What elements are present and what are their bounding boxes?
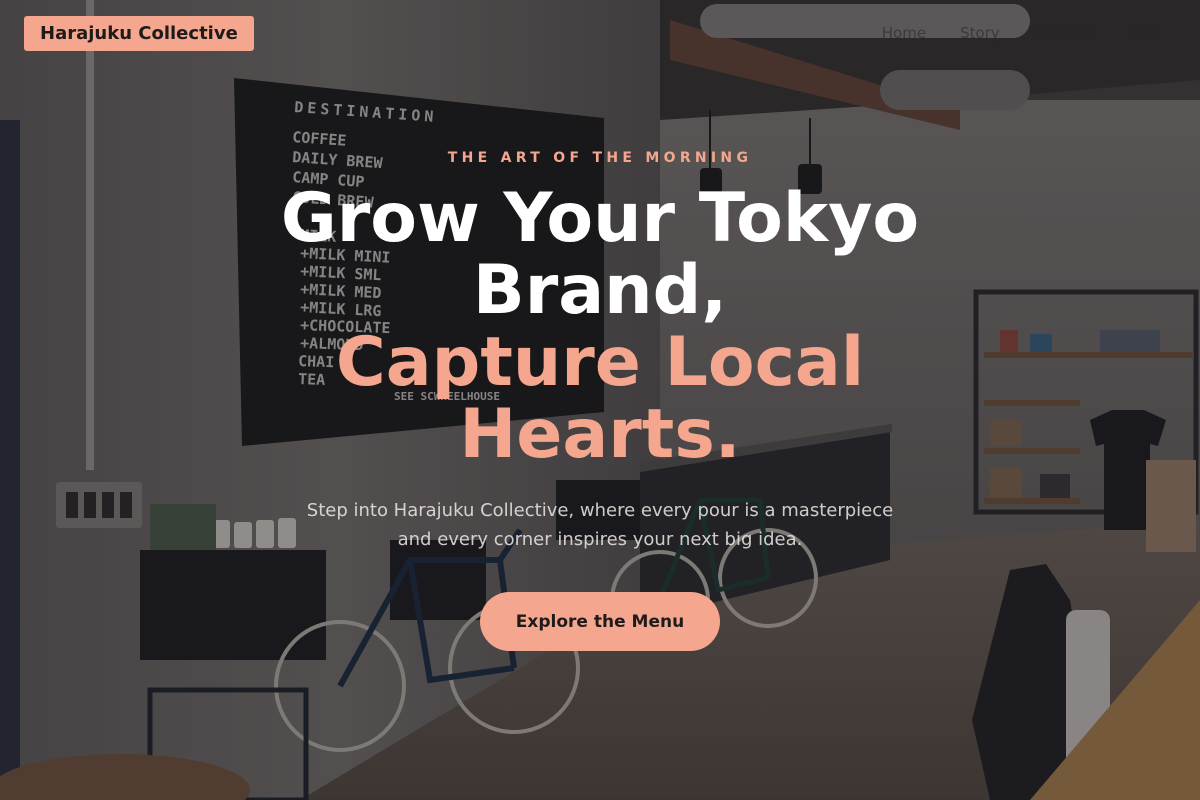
subtext-line: and every corner inspires your next big … — [397, 529, 803, 550]
explore-menu-button[interactable]: Explore the Menu — [480, 592, 720, 651]
headline-accent-line: Capture Local — [335, 323, 865, 402]
hero-page: DESTINATION COFFEE DAILY BREW CAMP CUP C… — [0, 0, 1200, 800]
hero-section: THE ART OF THE MORNING Grow Your Tokyo B… — [0, 0, 1200, 800]
hero-subtext: Step into Harajuku Collective, where eve… — [250, 496, 950, 554]
hero-headline: Grow Your Tokyo Brand, Capture Local Hea… — [100, 183, 1100, 471]
subtext-line: Step into Harajuku Collective, where eve… — [306, 500, 894, 521]
headline-line: Brand, — [472, 251, 728, 330]
headline-line: Grow Your Tokyo — [280, 179, 920, 258]
headline-accent-line: Hearts. — [459, 395, 741, 474]
hero-eyebrow: THE ART OF THE MORNING — [447, 150, 753, 166]
